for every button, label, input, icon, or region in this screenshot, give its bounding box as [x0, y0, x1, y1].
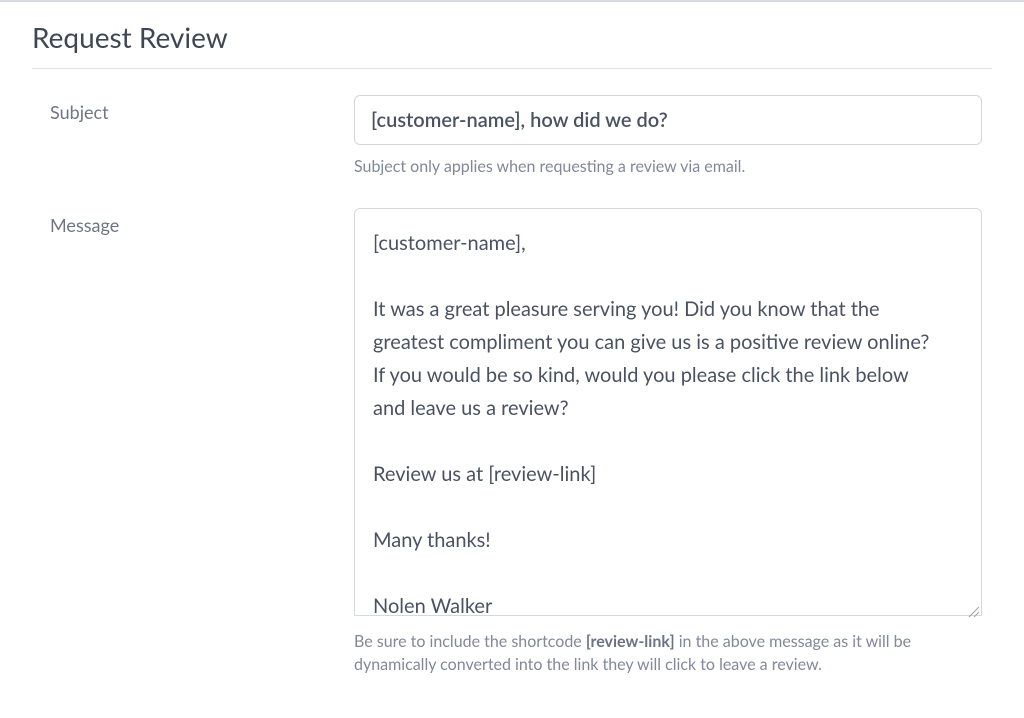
message-label: Message	[32, 208, 354, 236]
subject-field-wrap: Subject only applies when requesting a r…	[354, 95, 992, 178]
section-divider	[32, 68, 992, 69]
message-field-wrap: Be sure to include the shortcode [review…	[354, 208, 992, 676]
form-container: Request Review Subject Subject only appl…	[0, 2, 1024, 677]
message-help-text: Be sure to include the shortcode [review…	[354, 630, 982, 676]
subject-label: Subject	[32, 95, 354, 123]
message-textarea-wrap	[354, 208, 982, 620]
subject-row: Subject Subject only applies when reques…	[32, 95, 992, 178]
message-help-shortcode: [review-link]	[586, 632, 675, 651]
subject-input[interactable]	[354, 95, 982, 145]
page-title: Request Review	[32, 20, 992, 54]
subject-help-text: Subject only applies when requesting a r…	[354, 155, 982, 178]
message-textarea[interactable]	[354, 208, 982, 616]
message-help-pre: Be sure to include the shortcode	[354, 632, 586, 651]
message-row: Message Be sure to include the shortcode…	[32, 208, 992, 676]
